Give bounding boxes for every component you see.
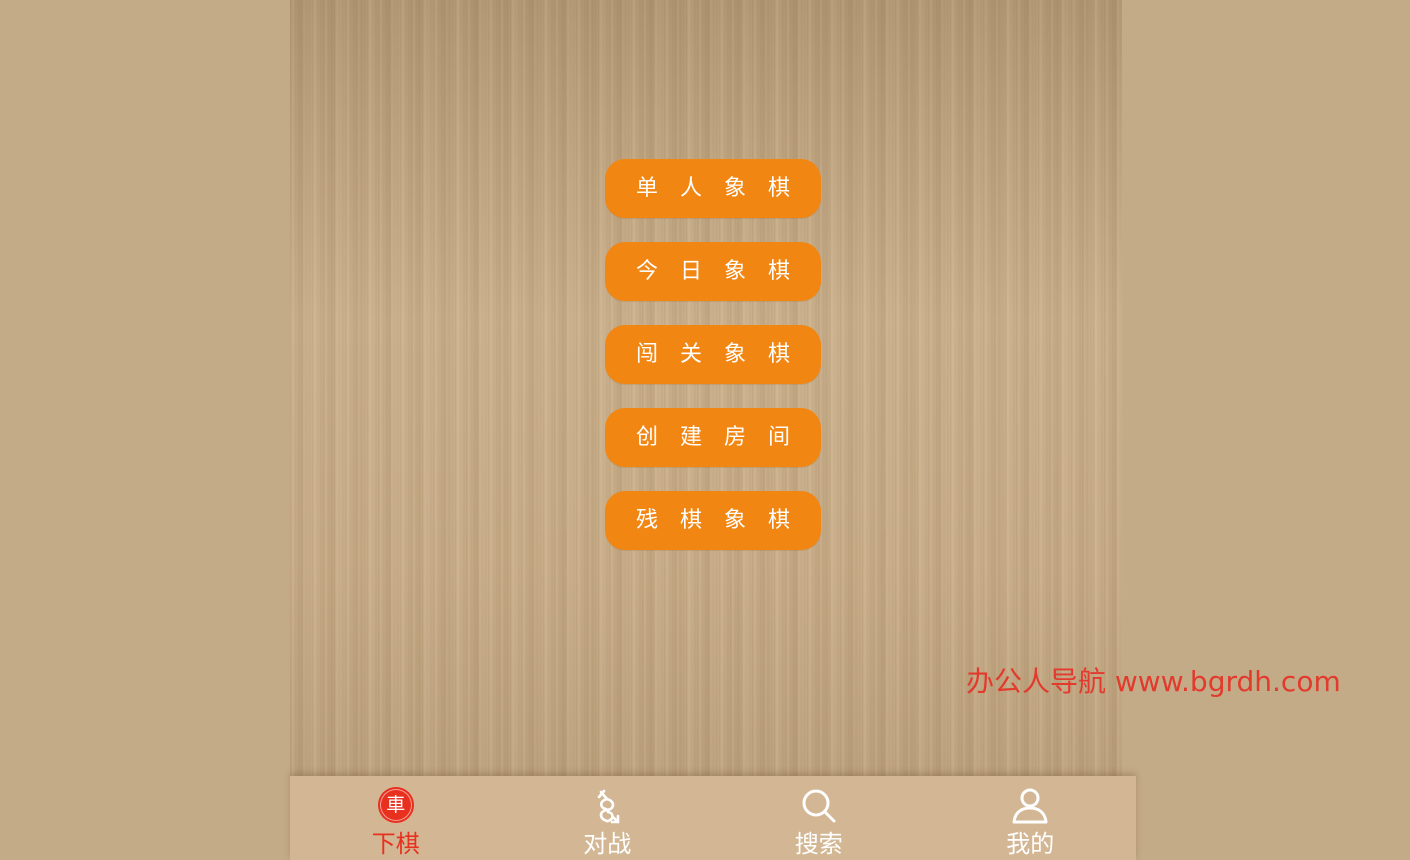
- tab-play[interactable]: 車 下棋: [290, 776, 502, 860]
- tab-search[interactable]: 搜索: [713, 776, 925, 860]
- tab-search-label: 搜索: [794, 830, 843, 858]
- create-room-button[interactable]: 创建房间: [605, 408, 821, 467]
- challenge-levels-button[interactable]: 闯关象棋: [605, 325, 821, 384]
- watermark-text: 办公人导航 www.bgrdh.com: [966, 665, 1341, 698]
- tab-profile[interactable]: 我的: [925, 776, 1137, 860]
- battle-swords-icon: [587, 786, 627, 826]
- tab-play-label: 下棋: [371, 830, 420, 858]
- single-player-chess-button[interactable]: 单人象棋: [605, 159, 821, 218]
- game-mode-menu: 单人象棋 今日象棋 闯关象棋 创建房间 残棋象棋: [605, 159, 821, 574]
- bottom-tab-bar: 車 下棋 对战 搜索 我的: [290, 776, 1136, 860]
- endgame-chess-button[interactable]: 残棋象棋: [605, 491, 821, 550]
- daily-chess-button[interactable]: 今日象棋: [605, 242, 821, 301]
- chariot-piece-icon: 車: [377, 787, 414, 823]
- search-icon: [799, 786, 839, 826]
- tab-profile-label: 我的: [1006, 830, 1055, 858]
- tab-battle-label: 对战: [583, 830, 632, 858]
- tab-battle[interactable]: 对战: [502, 776, 714, 860]
- user-icon: [1010, 786, 1050, 826]
- app-screen: 单人象棋 今日象棋 闯关象棋 创建房间 残棋象棋 办公人导航 www.bgrdh…: [0, 0, 1410, 860]
